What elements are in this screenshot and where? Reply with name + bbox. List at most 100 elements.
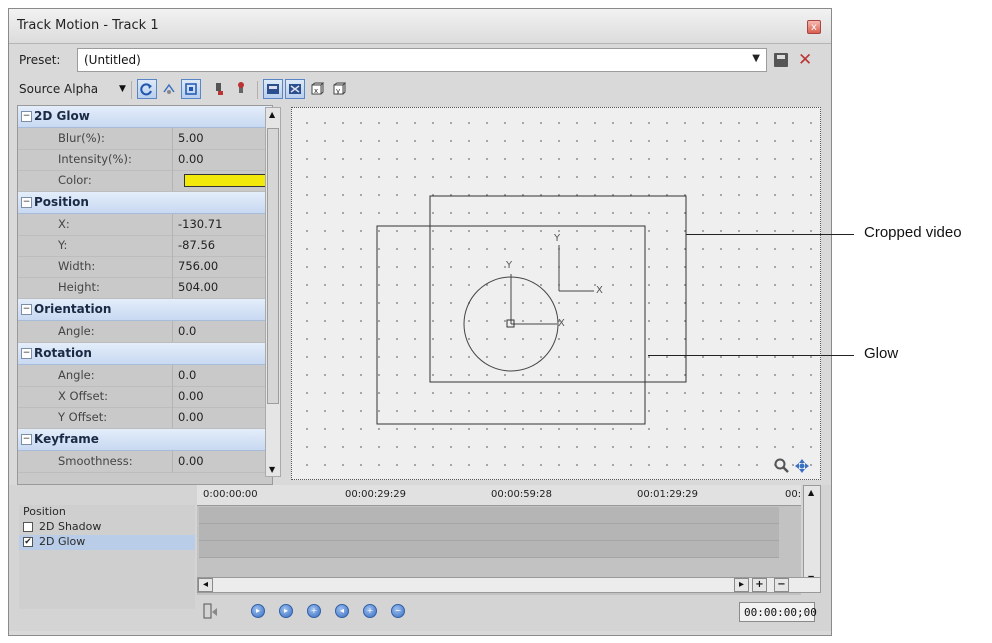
track-lane[interactable] — [199, 541, 779, 558]
property-label: Angle: — [58, 324, 95, 338]
ruler-label: 00:00:59:28 — [491, 489, 553, 500]
cube-y-icon[interactable]: y — [329, 79, 349, 99]
next-keyframe-button[interactable]: + — [307, 604, 321, 618]
cropped-video-pointer-line — [686, 234, 854, 235]
property-row-height[interactable]: Height: 504.00 — [18, 277, 272, 299]
delete-keyframe-button[interactable]: − — [391, 604, 405, 618]
add-keyframe-button[interactable]: + — [363, 604, 377, 618]
scroll-left-icon[interactable]: ◂ — [198, 578, 213, 592]
track-item-2d-glow[interactable]: ✔ 2D Glow — [19, 535, 195, 550]
property-value[interactable]: 0.00 — [178, 410, 204, 424]
time-display[interactable]: 00:00:00;00 — [739, 602, 817, 622]
pan-icon[interactable] — [794, 458, 810, 474]
property-row-color[interactable]: Color: — [18, 170, 272, 192]
cube-x-icon[interactable]: x — [307, 79, 327, 99]
section-title: Position — [34, 195, 89, 209]
column-divider — [172, 365, 173, 386]
last-keyframe-button[interactable]: ◂ — [335, 604, 349, 618]
collapse-icon[interactable]: − — [21, 197, 32, 208]
previous-keyframe-button[interactable]: ▸ — [279, 604, 293, 618]
section-2d-glow[interactable]: − 2D Glow — [18, 106, 272, 128]
ruler-label: 00:00:29:29 — [345, 489, 407, 500]
section-orientation[interactable]: − Orientation — [18, 299, 272, 321]
edit-in-object-space-icon[interactable] — [263, 79, 283, 99]
preset-row: Preset: (Untitled) ▼ ✕ — [9, 47, 831, 75]
property-label: Intensity(%): — [58, 152, 132, 166]
property-row-rotation-angle[interactable]: Angle: 0.0 — [18, 365, 272, 387]
property-value[interactable]: 5.00 — [178, 131, 204, 145]
property-value[interactable]: -87.56 — [178, 238, 215, 252]
source-alpha-dropdown-icon[interactable]: ▼ — [119, 84, 126, 94]
property-value[interactable]: 0.00 — [178, 152, 204, 166]
zoom-in-button[interactable]: + — [752, 578, 767, 592]
keyframe-timeline: Position 2D Shadow ✔ 2D Glow 0:00:00:00 … — [9, 485, 831, 631]
property-row-x[interactable]: X: -130.71 — [18, 214, 272, 236]
column-divider — [172, 256, 173, 277]
rotate-icon[interactable] — [137, 79, 157, 99]
collapse-icon[interactable]: − — [21, 304, 32, 315]
collapse-icon[interactable]: − — [21, 348, 32, 359]
property-value[interactable]: 0.00 — [178, 389, 204, 403]
property-row-width[interactable]: Width: 756.00 — [18, 256, 272, 278]
first-keyframe-button[interactable]: ▸ — [251, 604, 265, 618]
property-value[interactable]: -130.71 — [178, 217, 222, 231]
property-value[interactable]: 0.00 — [178, 454, 204, 468]
property-row-smoothness[interactable]: Smoothness: 0.00 — [18, 451, 272, 473]
zoom-out-button[interactable]: − — [774, 578, 789, 592]
move-icon[interactable] — [159, 79, 179, 99]
collapse-icon[interactable]: − — [21, 434, 32, 445]
scroll-right-icon[interactable]: ▸ — [734, 578, 749, 592]
ruler-label: 00:01:29:29 — [637, 489, 699, 500]
track-item-position[interactable]: Position — [19, 505, 195, 520]
section-position[interactable]: − Position — [18, 192, 272, 214]
properties-scrollbar[interactable]: ▲ ▼ — [265, 107, 281, 477]
checkbox[interactable]: ✔ — [23, 537, 33, 547]
delete-preset-icon[interactable]: ✕ — [798, 50, 812, 70]
preset-dropdown[interactable]: (Untitled) ▼ — [77, 48, 767, 72]
camera-icon[interactable] — [209, 79, 229, 99]
column-divider — [172, 128, 173, 149]
snap-to-grid-icon[interactable] — [181, 79, 201, 99]
scroll-up-icon[interactable]: ▲ — [808, 488, 814, 497]
close-button[interactable]: x — [807, 20, 821, 34]
property-value[interactable]: 504.00 — [178, 280, 218, 294]
timeline-horizontal-scrollbar[interactable]: ◂ ▸ + − — [197, 577, 821, 593]
column-divider — [172, 321, 173, 342]
lock-icon[interactable] — [231, 79, 251, 99]
column-divider — [172, 170, 173, 191]
chevron-down-icon[interactable]: ▼ — [752, 53, 760, 64]
collapse-icon[interactable]: − — [21, 111, 32, 122]
property-row-y[interactable]: Y: -87.56 — [18, 235, 272, 257]
toolbar: Source Alpha ▼ x y — [9, 75, 831, 105]
track-lane[interactable] — [199, 507, 779, 524]
property-row-intensity[interactable]: Intensity(%): 0.00 — [18, 149, 272, 171]
inner-x-label: X — [558, 318, 565, 329]
source-alpha-label[interactable]: Source Alpha — [19, 82, 98, 96]
time-ruler[interactable]: 0:00:00:00 00:00:29:29 00:00:59:28 00:01… — [197, 485, 801, 506]
toolbar-separator — [131, 81, 132, 99]
save-preset-icon[interactable] — [774, 53, 788, 67]
property-row-orientation-angle[interactable]: Angle: 0.0 — [18, 321, 272, 343]
checkbox[interactable] — [23, 522, 33, 532]
property-row-y-offset[interactable]: Y Offset: 0.00 — [18, 407, 272, 429]
scroll-down-icon[interactable]: ▼ — [269, 465, 275, 474]
ruler-label: 0:00:00:00 — [203, 489, 258, 500]
section-keyframe[interactable]: − Keyframe — [18, 429, 272, 451]
sync-cursor-icon[interactable] — [203, 603, 219, 621]
prevent-movement-icon[interactable] — [285, 79, 305, 99]
property-row-x-offset[interactable]: X Offset: 0.00 — [18, 386, 272, 408]
property-row-blur[interactable]: Blur(%): 5.00 — [18, 128, 272, 150]
track-lane[interactable] — [199, 524, 779, 541]
property-value[interactable]: 0.0 — [178, 368, 196, 382]
property-label: Color: — [58, 173, 92, 187]
motion-canvas[interactable]: Y X Y X — [291, 107, 821, 480]
zoom-icon[interactable] — [774, 458, 790, 474]
track-item-2d-shadow[interactable]: 2D Shadow — [19, 520, 195, 535]
scroll-up-icon[interactable]: ▲ — [269, 110, 275, 119]
section-rotation[interactable]: − Rotation — [18, 343, 272, 365]
property-value[interactable]: 756.00 — [178, 259, 218, 273]
scrollbar-thumb[interactable] — [267, 128, 279, 404]
preset-label: Preset: — [19, 53, 61, 67]
color-swatch[interactable] — [184, 174, 266, 187]
property-value[interactable]: 0.0 — [178, 324, 196, 338]
